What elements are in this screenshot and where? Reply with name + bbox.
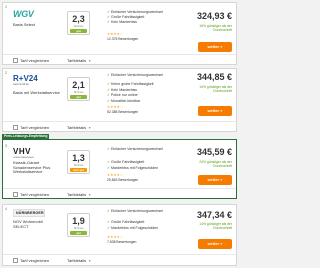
tariff-name: Basis mit Werkstattservice — [13, 90, 60, 95]
provider-logo: WGV — [13, 9, 43, 20]
tariff-details-toggle[interactable]: Tarifdetails ▼ — [67, 258, 91, 263]
logo-text: NÜRNBERGER — [16, 210, 44, 215]
grade-label: Tarifnote — [73, 164, 84, 167]
grade-badge: sehr gut — [70, 168, 87, 172]
price: 344,85 € — [196, 72, 232, 82]
review-count[interactable]: 7.638 Bewertungen — [107, 240, 136, 244]
offer-number: 2 — [5, 71, 7, 75]
saving-note: 24% günstiger als der Durchschnitt — [199, 160, 232, 168]
chevron-down-icon: ▼ — [88, 259, 92, 263]
offer-card: 3 VHV VERSICHERUNGEN Klassik-Garant Scha… — [2, 139, 237, 199]
offer-number: 1 — [5, 5, 7, 9]
grade-value: 1,3 — [72, 153, 85, 163]
grade-box: 1,3 Tarifnote sehr gut — [67, 150, 90, 174]
tariff-details-toggle[interactable]: Tarifdetails ▼ — [67, 125, 91, 130]
tariff-details-toggle[interactable]: Tarifdetails ▼ — [67, 192, 91, 197]
tariff-name: Klassik-Garant Schadenservice Plus Werks… — [13, 160, 51, 175]
offer-number: 3 — [5, 144, 7, 148]
compare-checkbox[interactable] — [13, 258, 18, 263]
grade-value: 2,3 — [72, 14, 85, 24]
saving-note: 14% günstiger als der Durchschnitt — [199, 85, 232, 93]
compare-checkbox[interactable] — [13, 58, 18, 63]
saving-note: 14% günstiger als der Durchschnitt — [199, 222, 232, 230]
offer-card: 1 WGV Basis Select 2,3 Tarifnote gut ✓Ei… — [2, 2, 237, 65]
continue-button[interactable]: weiter » — [198, 239, 232, 249]
chevron-down-icon: ▼ — [88, 193, 92, 197]
feature-item: ✓Kein Marderbiss — [107, 20, 137, 24]
compare-label[interactable]: Tarif vergleichen — [20, 125, 49, 130]
grade-box: 1,9 Tarifnote gut — [67, 213, 90, 237]
compare-checkbox[interactable] — [13, 125, 18, 130]
card-footer: Tarif vergleichen Tarifdetails ▼ — [3, 254, 236, 265]
review-count[interactable]: 12.375 Bewertungen — [107, 37, 138, 41]
feature-item: ✓Marderbiss mit Folgeschäden — [107, 166, 159, 170]
feature-item: ✓Große Fahrlässigkeit — [107, 160, 145, 164]
feature-item: ✓Einfacher Versicherungswechsel — [107, 73, 163, 77]
saving-note: 16% günstiger als der Durchschnitt — [199, 24, 232, 32]
compare-label[interactable]: Tarif vergleichen — [20, 58, 49, 63]
rating-stars: ★★★★☆ — [107, 105, 124, 109]
chevron-down-icon: ▼ — [88, 59, 92, 63]
logo-subtext: www.ruv24.de — [13, 83, 29, 86]
card-footer: Tarif vergleichen Tarifdetails ▼ — [3, 121, 236, 132]
feature-item: ✓Einfacher Versicherungswechsel — [107, 147, 163, 151]
offer-number: 4 — [5, 207, 7, 211]
feature-item: ✓Keine grobe Fahrlässigkeit — [107, 82, 154, 86]
price: 345,59 € — [196, 147, 232, 157]
chevron-down-icon: ▼ — [88, 126, 92, 130]
card-footer: Tarif vergleichen Tarifdetails ▼ — [3, 54, 236, 65]
feature-item: ✓Marderbiss mit Folgeschäden — [107, 226, 159, 230]
feature-item: ✓Große Fahrlässigkeit — [107, 220, 145, 224]
offer-card: 2 R+V24 www.ruv24.de Basis mit Werkstatt… — [2, 68, 237, 132]
continue-button[interactable]: weiter » — [198, 175, 232, 185]
compare-label[interactable]: Tarif vergleichen — [20, 192, 49, 197]
compare-label[interactable]: Tarif vergleichen — [20, 258, 49, 263]
grade-label: Tarifnote — [73, 227, 84, 230]
continue-button[interactable]: weiter » — [198, 106, 232, 116]
tariff-name: Basis Select — [13, 22, 36, 27]
offer-card: 4 NÜRNBERGER NGV Wohnmobil SELECT 1,9 Ta… — [2, 204, 237, 266]
grade-label: Tarifnote — [73, 91, 84, 94]
logo-text: R+V24 — [13, 74, 38, 83]
logo-subtext: VERSICHERUNGEN — [13, 156, 34, 159]
review-count[interactable]: 52.388 Bewertungen — [107, 110, 138, 114]
continue-button[interactable]: weiter » — [198, 42, 232, 52]
provider-logo: NÜRNBERGER — [13, 209, 45, 217]
rating-stars: ★★★★☆ — [107, 173, 124, 177]
logo-text: WGV — [13, 9, 34, 19]
grade-box: 2,1 Tarifnote gut — [67, 77, 90, 101]
grade-value: 2,1 — [72, 80, 85, 90]
grade-box: 2,3 Tarifnote gut — [67, 11, 90, 35]
feature-item: ✓Police nur online — [107, 93, 138, 97]
rating-stars: ★★★★☆ — [107, 32, 124, 36]
card-footer: Tarif vergleichen Tarifdetails ▼ — [3, 188, 236, 199]
grade-badge: gut — [70, 29, 87, 33]
rating-stars: ★★★★☆ — [107, 235, 124, 239]
feature-item: ✓Kein Marderbiss — [107, 87, 137, 92]
review-count[interactable]: 25.863 Bewertungen — [107, 178, 138, 182]
tariff-details-toggle[interactable]: Tarifdetails ▼ — [67, 58, 91, 63]
feature-item: ✓Einfacher Versicherungswechsel — [107, 209, 163, 213]
feature-item: ✓Monatlich kündbar — [107, 98, 141, 103]
grade-badge: gut — [70, 231, 87, 235]
price: 324,93 € — [196, 11, 232, 21]
tariff-name: NGV Wohnmobil SELECT — [13, 219, 43, 229]
grade-label: Tarifnote — [73, 25, 84, 28]
compare-checkbox[interactable] — [13, 192, 18, 197]
grade-badge: gut — [70, 95, 87, 99]
provider-logo: VHV VERSICHERUNGEN — [13, 148, 43, 160]
grade-value: 1,9 — [72, 216, 85, 226]
provider-logo: R+V24 www.ruv24.de — [13, 75, 43, 89]
price: 347,34 € — [196, 210, 232, 220]
logo-text: VHV — [13, 147, 31, 156]
